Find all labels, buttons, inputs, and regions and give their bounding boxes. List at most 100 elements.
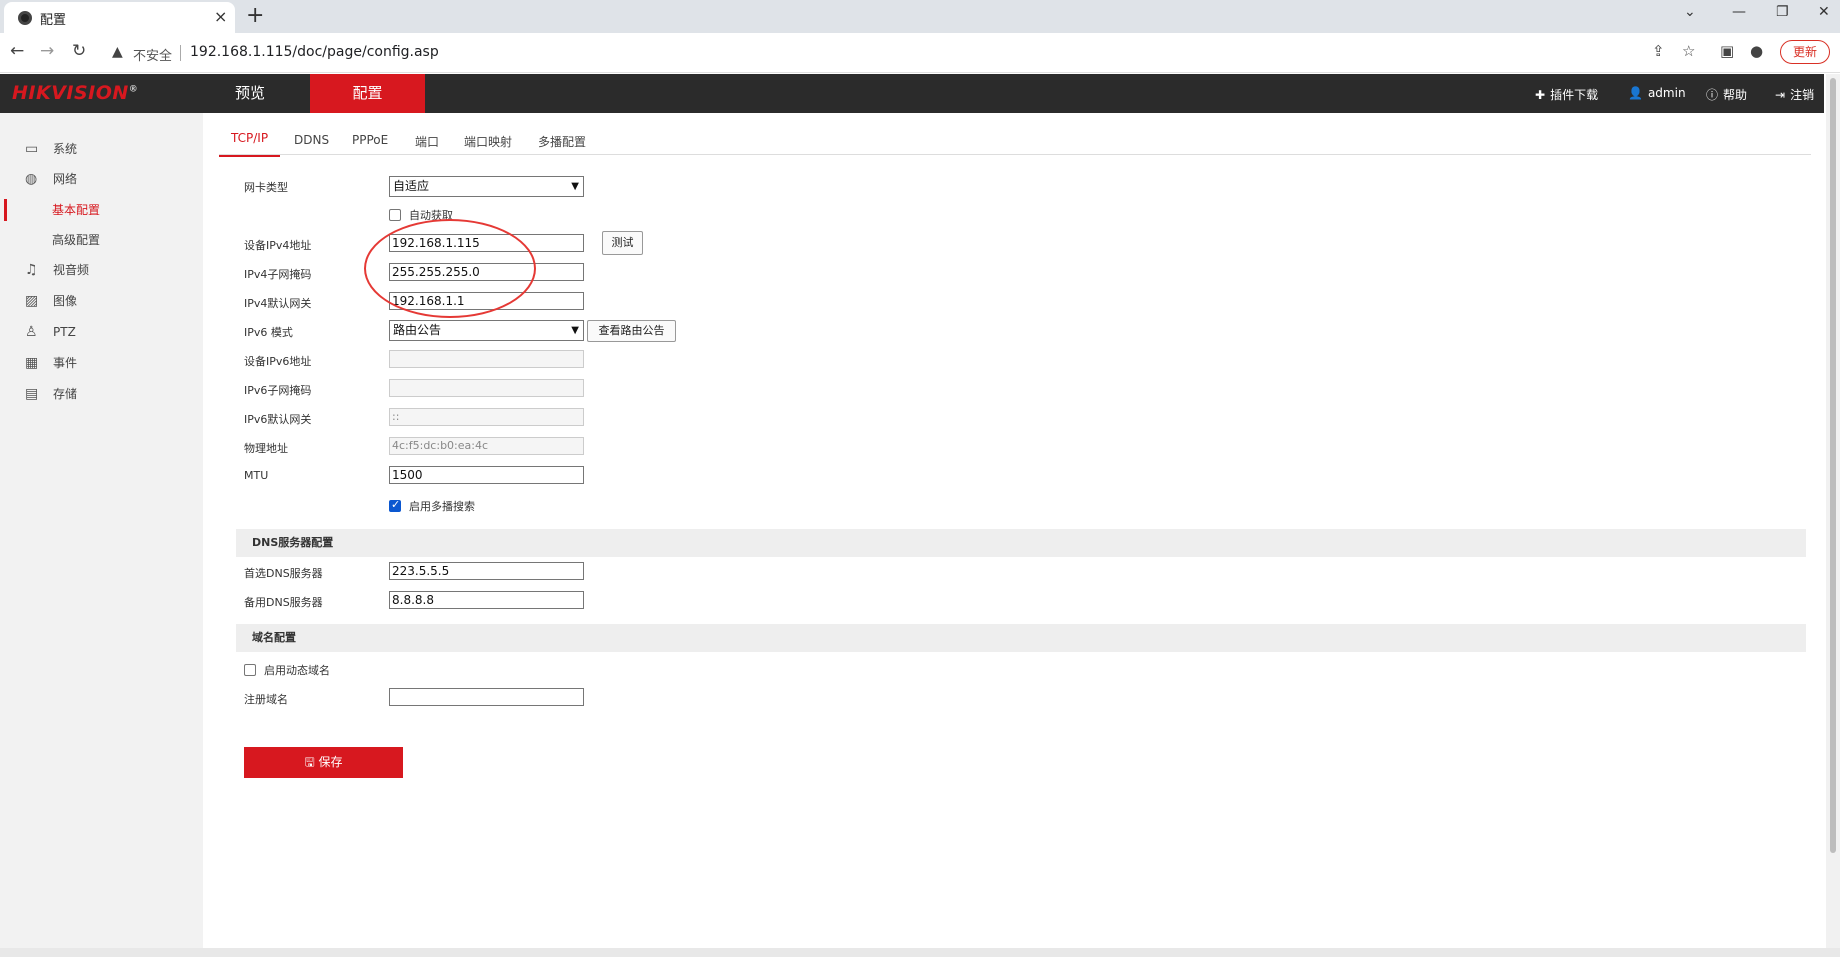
dns-section-header: DNS服务器配置 [236, 529, 1806, 557]
globe-icon: ◍ [25, 171, 38, 187]
omnibox-divider [180, 45, 181, 61]
share-icon[interactable]: ⇪ [1652, 42, 1665, 60]
tab-multicast[interactable]: 多播配置 [538, 133, 586, 150]
reload-icon[interactable]: ↻ [72, 41, 86, 61]
mtu-label: MTU [244, 469, 269, 482]
monitor-icon: ▭ [25, 141, 39, 157]
dns1-label: 首选DNS服务器 [244, 567, 323, 580]
dns2-label: 备用DNS服务器 [244, 596, 323, 609]
registered-domain-input[interactable] [389, 688, 584, 706]
tab-search-icon[interactable]: ⌄ [1684, 4, 1696, 20]
browser-tab[interactable]: 配置 × [4, 2, 235, 33]
close-tab-icon[interactable]: × [214, 7, 227, 26]
back-icon[interactable]: ← [10, 41, 24, 61]
vertical-scrollbar[interactable] [1826, 74, 1840, 948]
logout-link[interactable]: ⇥ 注销 [1775, 86, 1814, 103]
puzzle-icon: ✚ [1535, 88, 1546, 102]
nic-type-select[interactable]: 自适应 ▼ [389, 176, 584, 197]
tab-ddns[interactable]: DDNS [294, 133, 329, 147]
help-link[interactable]: ⓘ 帮助 [1706, 86, 1747, 103]
ipv4-mask-label: IPv4子网掩码 [244, 268, 312, 281]
ipv4-address-label: 设备IPv4地址 [244, 239, 312, 252]
logout-icon: ⇥ [1775, 88, 1786, 102]
user-icon: 👤 [1628, 86, 1643, 100]
sidebar-item-network[interactable]: ◍ 网络 [0, 165, 203, 193]
sidebar-item-ptz[interactable]: ♙ PTZ [0, 318, 203, 346]
network-subtabs: TCP/IP DDNS PPPoE 端口 端口映射 多播配置 [218, 125, 1811, 157]
mtu-input[interactable]: 1500 [389, 466, 584, 484]
tab-port[interactable]: 端口 [415, 133, 439, 150]
ipv6-mode-select[interactable]: 路由公告 ▼ [389, 320, 584, 341]
camera-favicon-icon [18, 11, 32, 25]
ipv6-mode-label: IPv6 模式 [244, 326, 293, 339]
registered-domain-label: 注册域名 [244, 693, 288, 706]
chevron-down-icon: ▼ [571, 325, 579, 336]
browser-tab-strip: 配置 × + ⌄ — ❐ ✕ [0, 0, 1840, 33]
calendar-icon: ▦ [25, 355, 39, 371]
omnibox[interactable]: ▲ 不安全 192.168.1.115/doc/page/config.asp [102, 39, 1632, 67]
ipv6-address-input [389, 350, 584, 368]
nav-config[interactable]: 配置 [310, 74, 425, 113]
dns1-input[interactable]: 223.5.5.5 [389, 562, 584, 580]
sidebar-item-image[interactable]: ▨ 图像 [0, 287, 203, 315]
side-panel-icon[interactable]: ▣ [1720, 42, 1734, 60]
sidebar-item-basic-config[interactable]: 基本配置 [0, 196, 203, 224]
address-bar: ← → ↻ ▲ 不安全 192.168.1.115/doc/page/confi… [0, 33, 1840, 73]
sidebar-item-system[interactable]: ▭ 系统 [0, 135, 203, 163]
dhcp-checkbox[interactable] [389, 209, 401, 221]
info-icon: ⓘ [1706, 88, 1719, 102]
sidebar: ▭ 系统 ◍ 网络 基本配置 高级配置 ♫ 视音频 ▨ 图像 ♙ PTZ ▦ 事件 ▤ 存储 [0, 113, 203, 948]
bookmark-star-icon[interactable]: ☆ [1682, 42, 1695, 60]
ipv6-gateway-label: IPv6默认网关 [244, 413, 312, 426]
user-menu[interactable]: 👤 admin [1628, 86, 1686, 100]
close-window-icon[interactable]: ✕ [1818, 4, 1830, 20]
sidebar-item-advanced-config[interactable]: 高级配置 [0, 226, 203, 254]
chevron-down-icon: ▼ [571, 181, 579, 192]
ipv4-gateway-label: IPv4默认网关 [244, 297, 312, 310]
ddns-enable-checkbox[interactable] [244, 664, 256, 676]
mac-address-label: 物理地址 [244, 442, 288, 455]
url-text[interactable]: 192.168.1.115/doc/page/config.asp [190, 44, 439, 60]
ddns-enable-label: 启用动态域名 [264, 664, 330, 677]
domain-section-header: 域名配置 [236, 624, 1806, 652]
main-content: TCP/IP DDNS PPPoE 端口 端口映射 多播配置 网卡类型 自适应 ▼… [203, 113, 1824, 948]
sidebar-item-video-audio[interactable]: ♫ 视音频 [0, 256, 203, 284]
horizontal-scrollbar[interactable] [0, 948, 1840, 957]
tab-pppoe[interactable]: PPPoE [352, 133, 388, 147]
app-header: HIKVISION® 预览 配置 ✚ 插件下载 👤 admin ⓘ 帮助 ⇥ 注销 [0, 74, 1824, 113]
scrollbar-thumb[interactable] [1830, 78, 1836, 853]
nav-preview[interactable]: 预览 [196, 74, 304, 113]
tab-tcpip[interactable]: TCP/IP [218, 131, 281, 157]
forward-icon[interactable]: → [40, 41, 54, 61]
ipv6-mask-input [389, 379, 584, 397]
nic-type-label: 网卡类型 [244, 181, 288, 194]
minimize-icon[interactable]: — [1732, 4, 1746, 20]
mac-address-input: 4c:f5:dc:b0:ea:4c [389, 437, 584, 455]
warning-icon[interactable]: ▲ [112, 44, 123, 60]
multicast-search-label: 启用多播搜索 [409, 500, 475, 513]
view-route-advert-button[interactable]: 查看路由公告 [587, 320, 676, 342]
insecure-label[interactable]: 不安全 [133, 45, 172, 64]
red-annotation-ellipse [364, 219, 536, 318]
image-icon: ▨ [25, 293, 39, 309]
dns2-input[interactable]: 8.8.8.8 [389, 591, 584, 609]
browser-update-button[interactable]: 更新 [1780, 40, 1830, 64]
multicast-search-checkbox[interactable] [389, 498, 401, 512]
mic-icon: ♫ [25, 262, 38, 278]
hikvision-logo: HIKVISION® [12, 82, 139, 104]
browser-tab-title: 配置 [40, 13, 67, 28]
ipv6-gateway-input: :: [389, 408, 584, 426]
disk-icon: ▤ [25, 386, 39, 402]
profile-avatar-icon[interactable]: ● [1750, 42, 1763, 60]
sidebar-item-storage[interactable]: ▤ 存储 [0, 380, 203, 408]
ipv6-mask-label: IPv6子网掩码 [244, 384, 312, 397]
tab-port-mapping[interactable]: 端口映射 [464, 133, 512, 150]
save-button[interactable]: 🖫 保存 [244, 747, 403, 778]
test-button[interactable]: 测试 [602, 231, 643, 255]
save-icon: 🖫 [304, 755, 319, 769]
restore-icon[interactable]: ❐ [1776, 4, 1789, 20]
ipv6-address-label: 设备IPv6地址 [244, 355, 312, 368]
new-tab-button[interactable]: + [246, 2, 264, 30]
sidebar-item-event[interactable]: ▦ 事件 [0, 349, 203, 377]
plugin-download-link[interactable]: ✚ 插件下载 [1535, 86, 1598, 103]
